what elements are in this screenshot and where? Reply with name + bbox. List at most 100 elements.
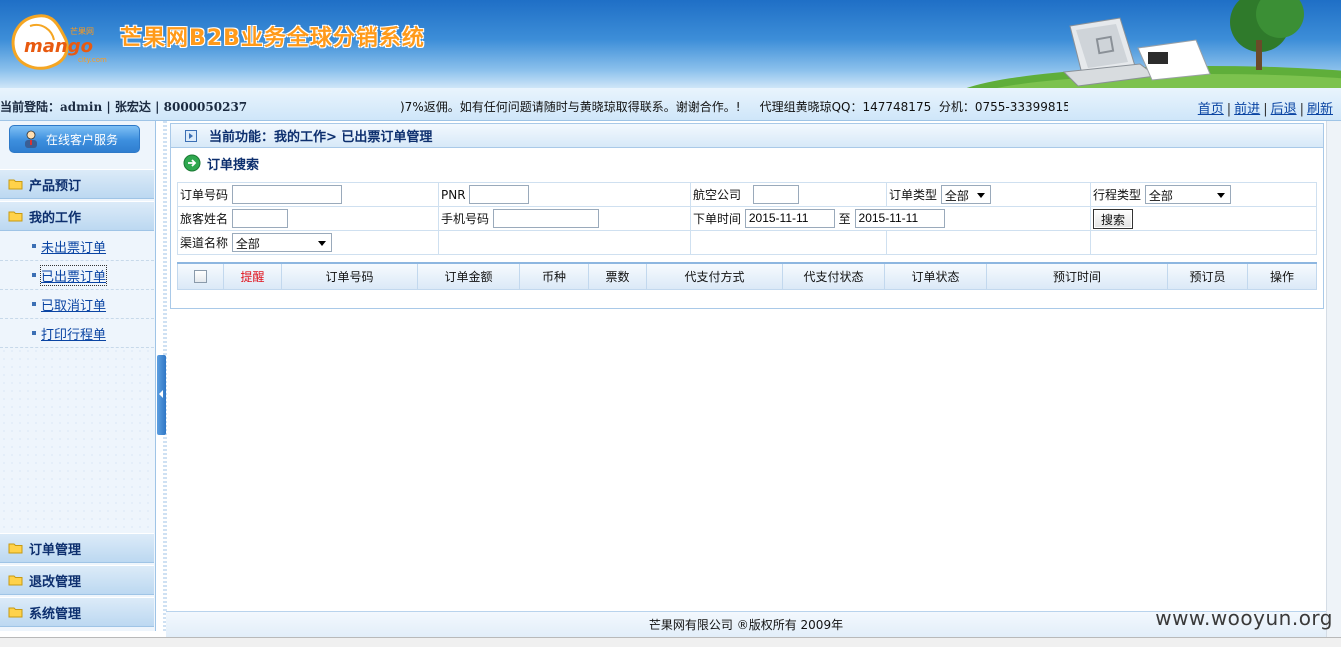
folder-icon [8,179,23,190]
customer-service-icon [25,130,37,148]
sidebar-section-label: 退改管理 [29,574,82,590]
laptop-landscape-illustration [966,0,1341,88]
passenger-label: 旅客姓名 [180,212,229,226]
logo-sub: city.com [78,56,107,64]
online-service-label: 在线客户服务 [46,132,119,147]
browser-status-bar [0,637,1341,647]
trip-type-select[interactable]: 全部 [1144,185,1231,204]
sidebar: 在线客户服务 产品预订 我的工作 未出票订单 已出票订单 已取消订单 打印行程单… [0,121,156,631]
login-prefix: 当前登陆： [0,100,61,114]
footer: 芒果网有限公司 ®版权所有 2009年 [166,611,1326,637]
sidebar-section-order-mgmt[interactable]: 订单管理 [0,533,154,563]
column-header-currency: 币种 [519,262,589,290]
chevron-down-icon [1216,193,1225,198]
mobile-input[interactable] [492,209,599,228]
column-header-reminder: 提醒 [223,262,282,290]
column-header-order-status: 订单状态 [884,262,987,290]
sidebar-blank-area [0,347,154,529]
top-nav-links: 首页 | 前进 | 后退 | 刷新 [1197,102,1333,117]
bullet-icon [32,302,36,306]
sidebar-section-label: 订单管理 [29,542,82,558]
pnr-input[interactable] [469,185,530,204]
date-to-label: 至 [838,212,851,226]
select-all-header [177,262,224,290]
column-header-order-no: 订单号码 [281,262,418,290]
vertical-scrollbar[interactable] [1326,121,1341,637]
logo-cn: 芒果网 [70,26,94,36]
date-to-input[interactable]: 2015-11-11 [854,209,945,228]
sidebar-item-unissued: 未出票订单 [0,232,154,261]
search-section-title: 订单搜索 [171,148,1323,178]
trip-type-value: 全部 [1148,189,1173,203]
folder-icon [8,607,23,618]
order-search-panel: 当前功能：我的工作> 已出票订单管理 订单搜索 订单号码 PNR 航空公司 订单… [170,123,1324,309]
breadcrumb-text: 当前功能：我的工作> 已出票订单管理 [209,130,433,145]
sidebar-item-issued: 已出票订单 [0,261,154,290]
mango-logo: mango 芒果网 city.com [11,14,107,70]
order-no-input[interactable] [231,185,342,204]
watermark: www.wooyun.org [1155,606,1333,630]
search-button[interactable]: 搜索 [1093,208,1134,229]
sidebar-section-my-work[interactable]: 我的工作 [0,201,154,231]
nav-home-link[interactable]: 首页 [1198,102,1224,117]
trip-type-label: 行程类型 [1093,188,1142,202]
order-type-value: 全部 [944,189,969,203]
nav-forward-link[interactable]: 前进 [1234,102,1260,117]
go-arrow-icon [183,154,201,172]
order-time-label: 下单时间 [693,212,742,226]
column-header-booking-time: 预订时间 [986,262,1168,290]
select-all-checkbox[interactable] [194,270,207,284]
mobile-label: 手机号码 [441,212,490,226]
search-form: 订单号码 PNR 航空公司 订单类型 全部 行程类型 全部 旅客姓名 手机号码 … [177,182,1317,255]
login-name: 张宏达 [114,100,151,114]
folder-icon [8,543,23,554]
nav-back-link[interactable]: 后退 [1271,102,1297,117]
sidebar-section-booking[interactable]: 产品预订 [0,169,154,199]
announcement-marquee: )7%返佣。如有任何问题请随时与黄晓琼取得联系。谢谢合作。! 代理组黄晓琼QQ：… [400,100,1068,114]
nav-refresh-link[interactable]: 刷新 [1307,102,1333,117]
airline-label: 航空公司 [693,188,742,202]
sidebar-section-system-mgmt[interactable]: 系统管理 [0,597,154,627]
sidebar-item-print-itinerary: 打印行程单 [0,319,154,348]
sidebar-item-cancelled: 已取消订单 [0,290,154,319]
order-type-label: 订单类型 [889,188,938,202]
sidebar-link-issued[interactable]: 已出票订单 [39,264,108,286]
sidebar-section-label: 系统管理 [29,606,82,622]
login-account: 8000050237 [163,100,248,114]
header-banner: mango 芒果网 city.com 芒果网B2B业务全球分销系统 [0,0,1341,88]
sidebar-link-cancelled[interactable]: 已取消订单 [41,295,106,314]
sidebar-section-refund-mgmt[interactable]: 退改管理 [0,565,154,595]
pnr-label: PNR [441,187,466,202]
date-from-input[interactable]: 2015-11-11 [744,209,835,228]
main-content: 当前功能：我的工作> 已出票订单管理 订单搜索 订单号码 PNR 航空公司 订单… [170,121,1326,611]
folder-icon [8,575,23,586]
channel-select[interactable]: 全部 [231,233,332,252]
chevron-down-icon [976,193,985,198]
online-service-button[interactable]: 在线客户服务 [9,125,140,153]
sidebar-collapse-handle[interactable] [157,355,166,435]
sidebar-section-label: 我的工作 [29,210,82,226]
order-type-select[interactable]: 全部 [940,185,991,204]
logo-text: mango [24,36,93,57]
column-header-payment-method: 代支付方式 [646,262,783,290]
column-header-actions: 操作 [1247,262,1317,290]
channel-label: 渠道名称 [180,236,229,250]
sidebar-section-label: 产品预订 [29,178,82,194]
column-header-ticket-count: 票数 [588,262,647,290]
login-user: admin [60,100,103,114]
chevron-left-icon [159,390,163,398]
channel-value: 全部 [235,237,260,251]
status-bar: 当前登陆：admin | 张宏达 | 8000050237 )7%返佣。如有任何… [0,88,1341,121]
airline-input[interactable] [752,185,799,204]
bullet-icon [32,244,36,248]
passenger-input[interactable] [231,209,288,228]
sidebar-link-print-itinerary[interactable]: 打印行程单 [41,324,106,343]
bullet-icon [32,273,36,277]
bullet-icon [32,331,36,335]
column-header-payment-status: 代支付状态 [782,262,885,290]
order-no-label: 订单号码 [180,188,229,202]
column-header-booker: 预订员 [1167,262,1248,290]
login-info: 当前登陆：admin | 张宏达 | 8000050237 [0,100,248,114]
search-title-text: 订单搜索 [207,157,260,173]
sidebar-link-unissued[interactable]: 未出票订单 [41,237,106,256]
